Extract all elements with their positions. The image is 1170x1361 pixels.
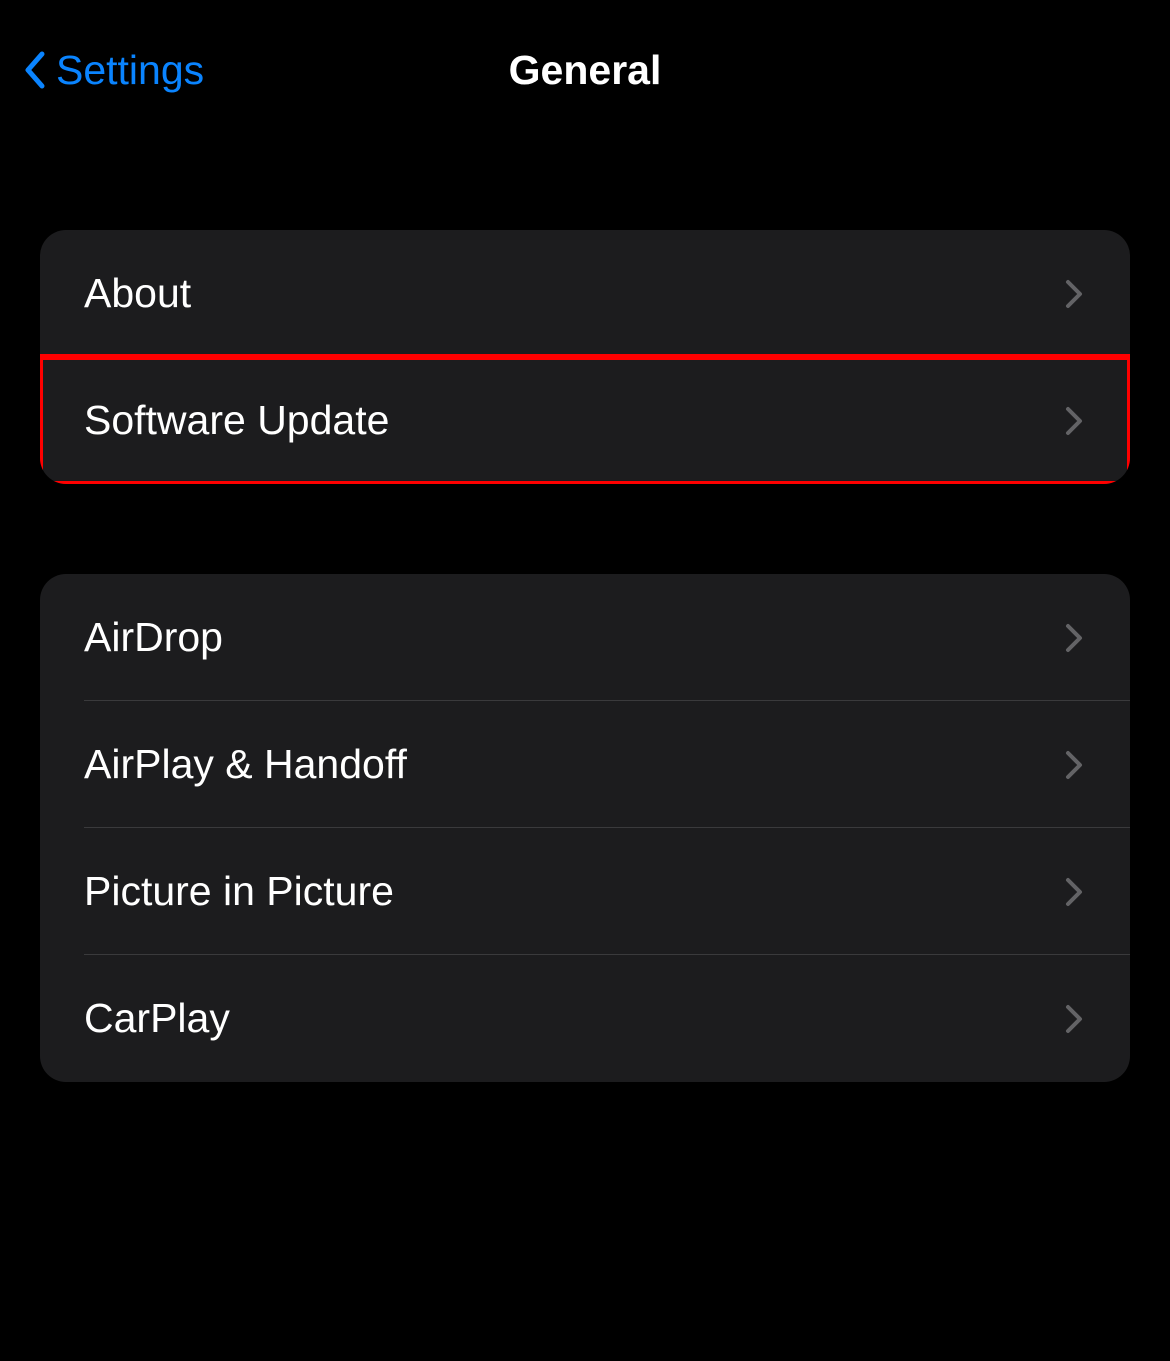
- back-button[interactable]: Settings: [20, 47, 204, 94]
- row-airplay-handoff[interactable]: AirPlay & Handoff: [40, 701, 1130, 828]
- row-software-update[interactable]: Software Update: [40, 357, 1130, 484]
- chevron-right-icon: [1062, 275, 1086, 313]
- chevron-left-icon: [20, 48, 48, 92]
- row-about[interactable]: About: [40, 230, 1130, 357]
- row-label: Software Update: [84, 397, 1062, 444]
- chevron-right-icon: [1062, 746, 1086, 784]
- settings-content: About Software Update AirDrop AirPlay & …: [0, 140, 1170, 1082]
- row-label: Picture in Picture: [84, 868, 1062, 915]
- settings-group-connectivity: AirDrop AirPlay & Handoff Picture in Pic…: [40, 574, 1130, 1082]
- row-picture-in-picture[interactable]: Picture in Picture: [40, 828, 1130, 955]
- page-title: General: [509, 47, 662, 94]
- back-label: Settings: [56, 47, 204, 94]
- navigation-bar: Settings General: [0, 0, 1170, 140]
- row-label: AirPlay & Handoff: [84, 741, 1062, 788]
- settings-group-system: About Software Update: [40, 230, 1130, 484]
- row-carplay[interactable]: CarPlay: [40, 955, 1130, 1082]
- row-airdrop[interactable]: AirDrop: [40, 574, 1130, 701]
- chevron-right-icon: [1062, 1000, 1086, 1038]
- chevron-right-icon: [1062, 619, 1086, 657]
- chevron-right-icon: [1062, 873, 1086, 911]
- row-label: CarPlay: [84, 995, 1062, 1042]
- row-label: About: [84, 270, 1062, 317]
- chevron-right-icon: [1062, 402, 1086, 440]
- row-label: AirDrop: [84, 614, 1062, 661]
